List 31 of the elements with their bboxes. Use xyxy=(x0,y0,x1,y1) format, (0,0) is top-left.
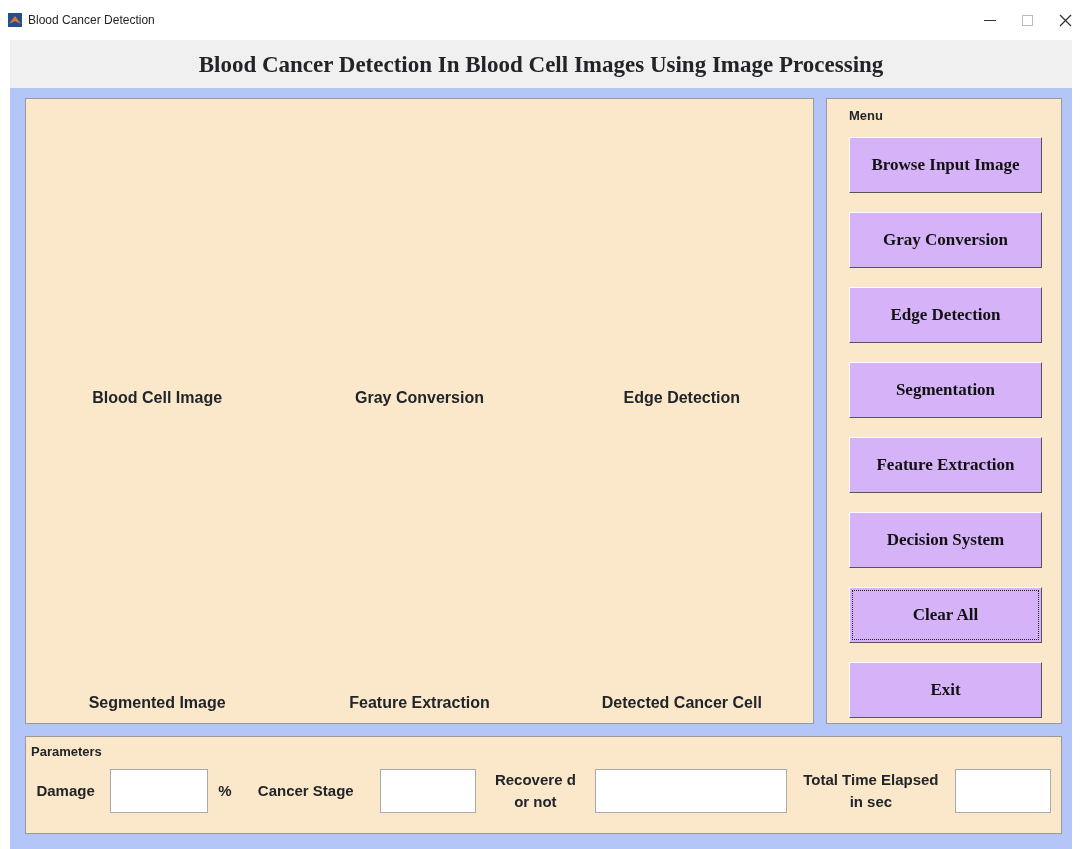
menu-button[interactable]: Feature Extraction xyxy=(849,437,1042,493)
window-title: Blood Cancer Detection xyxy=(28,12,155,29)
field-label: Recovere d or not xyxy=(493,770,577,812)
image-label: Segmented Image xyxy=(87,693,227,713)
field-label: Cancer Stage xyxy=(256,781,355,801)
menu-button[interactable]: Exit xyxy=(849,662,1042,718)
group-title: Menu xyxy=(849,109,883,123)
close-button[interactable] xyxy=(1059,13,1072,27)
menu-button[interactable]: Browse Input Image xyxy=(849,137,1042,193)
unit-label: % xyxy=(218,781,232,801)
input-field[interactable] xyxy=(110,769,209,813)
image-label: Gray Conversion xyxy=(354,388,485,408)
menu-button[interactable]: Clear All xyxy=(849,587,1042,643)
image-label: Edge Detection xyxy=(622,388,742,408)
menu-button[interactable]: Gray Conversion xyxy=(849,212,1042,268)
image-label: Blood Cell Image xyxy=(91,388,224,408)
group-title: Parameters xyxy=(31,745,102,759)
maximize-button[interactable] xyxy=(1022,14,1033,26)
menu-button[interactable]: Segmentation xyxy=(849,362,1042,418)
input-field[interactable] xyxy=(955,769,1051,813)
minimize-button[interactable] xyxy=(984,19,996,21)
menu-button[interactable]: Edge Detection xyxy=(849,287,1042,343)
menu-button[interactable]: Decision System xyxy=(849,512,1042,568)
app-heading: Blood Cancer Detection In Blood Cell Images Using Image Processing xyxy=(197,51,885,79)
input-field[interactable] xyxy=(594,769,787,813)
image-label: Feature Extraction xyxy=(348,693,491,713)
field-label: Damage xyxy=(35,781,96,801)
field-label: Total Time Elapsed in sec xyxy=(802,770,940,812)
app-icon xyxy=(8,13,22,27)
image-label: Detected Cancer Cell xyxy=(600,693,763,713)
input-field[interactable] xyxy=(379,769,476,813)
